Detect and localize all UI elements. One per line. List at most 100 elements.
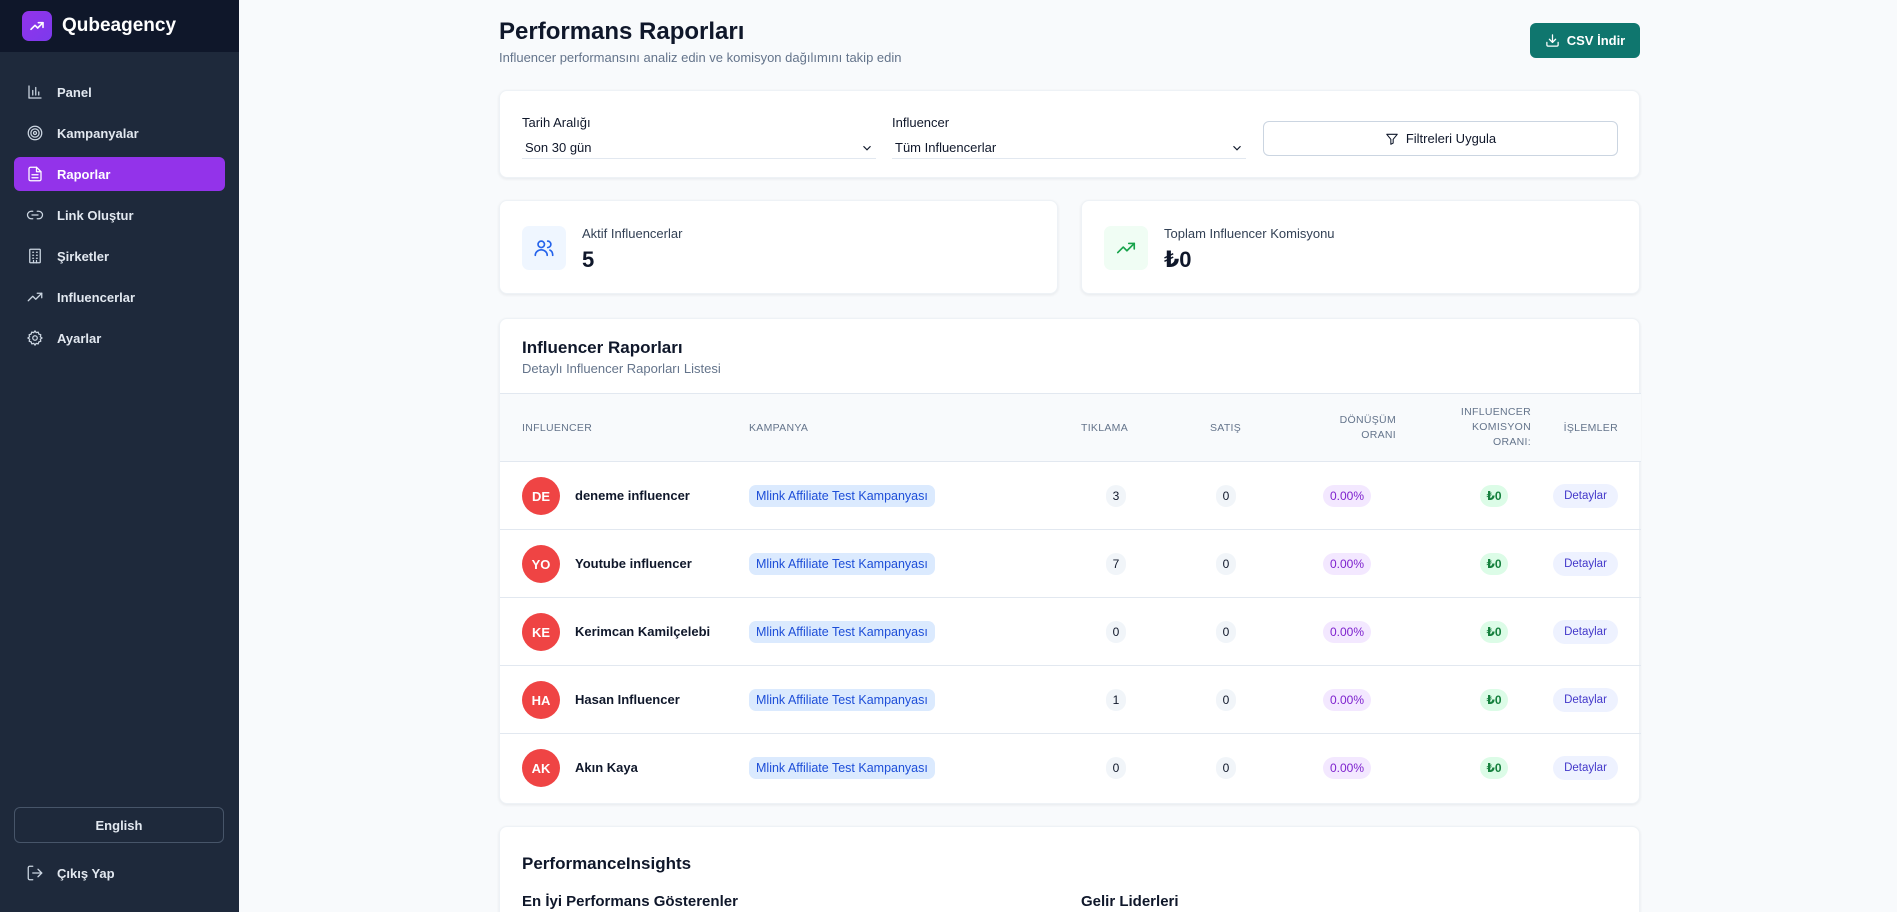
sidebar-item-ayarlar[interactable]: Ayarlar bbox=[14, 321, 225, 355]
apply-filters-label: Filtreleri Uygula bbox=[1405, 131, 1497, 146]
file-text-icon bbox=[28, 166, 42, 182]
filters-card: Tarih Aralığı Son 30 gün Influencer Tüm … bbox=[499, 90, 1640, 178]
table-row: YO Youtube influencer Mlink Affiliate Te… bbox=[500, 530, 1641, 598]
sidebar-item-label: Influencerlar bbox=[57, 289, 136, 305]
sidebar-item-label: Panel bbox=[57, 84, 92, 100]
active-influencers-label: Aktif Influencerlar bbox=[582, 226, 683, 241]
sales-badge: 0 bbox=[1216, 757, 1236, 779]
commission-badge: ₺0 bbox=[1480, 689, 1508, 711]
sidebar-item-label: Link Oluştur bbox=[57, 207, 134, 223]
sidebar-item-kampanyalar[interactable]: Kampanyalar bbox=[14, 116, 225, 150]
clicks-badge: 0 bbox=[1106, 757, 1126, 779]
chevron-down-icon bbox=[863, 145, 871, 151]
details-button[interactable]: Detaylar bbox=[1553, 756, 1618, 780]
table-row: DE deneme influencer Mlink Affiliate Tes… bbox=[500, 462, 1641, 530]
sidebar-item-sirketler[interactable]: Şirketler bbox=[14, 239, 225, 273]
download-icon bbox=[1545, 34, 1559, 47]
influencer-reports-card: Influencer Raporları Detaylı Influencer … bbox=[499, 318, 1641, 804]
avatar: YO bbox=[522, 545, 560, 583]
avatar: DE bbox=[522, 477, 560, 515]
chevron-down-icon bbox=[1233, 145, 1241, 151]
conversion-badge: 0.00% bbox=[1323, 757, 1371, 779]
language-button[interactable]: English bbox=[14, 807, 224, 843]
details-button[interactable]: Detaylar bbox=[1553, 688, 1618, 712]
commission-badge: ₺0 bbox=[1480, 553, 1508, 575]
column-header-campaign[interactable]: KAMPANYA bbox=[749, 421, 808, 436]
column-header-influencer[interactable]: INFLUENCER bbox=[522, 421, 592, 436]
csv-download-button[interactable]: CSV İndir bbox=[1530, 23, 1640, 58]
influencer-filter-label: Influencer bbox=[892, 115, 950, 130]
column-header-clicks[interactable]: TIKLAMA bbox=[1081, 421, 1128, 436]
sidebar-item-label: Kampanyalar bbox=[57, 125, 139, 141]
column-header-sales[interactable]: SATIŞ bbox=[1210, 421, 1241, 436]
sidebar-item-label: Raporlar bbox=[57, 166, 111, 182]
insights-title: PerformanceInsights bbox=[522, 854, 692, 873]
sidebar-item-influencerlar[interactable]: Influencerlar bbox=[14, 280, 225, 314]
sidebar-nav: Panel Kampanyalar Raporlar Link Oluştur … bbox=[0, 75, 239, 355]
apply-filters-button[interactable]: Filtreleri Uygula bbox=[1263, 121, 1618, 156]
avatar: KE bbox=[522, 613, 560, 651]
campaign-badge: Mlink Affiliate Test Kampanyası bbox=[749, 757, 935, 779]
date-range-select[interactable]: Son 30 gün bbox=[522, 137, 876, 159]
active-influencers-value: 5 bbox=[582, 247, 595, 272]
column-header-commission[interactable]: INFLUENCER KOMISYON ORANI: bbox=[1437, 405, 1531, 450]
conversion-badge: 0.00% bbox=[1323, 553, 1371, 575]
influencer-name: Hasan Influencer bbox=[575, 692, 680, 707]
clicks-badge: 7 bbox=[1106, 553, 1126, 575]
logout-button[interactable]: Çıkış Yap bbox=[26, 864, 115, 882]
total-commission-value: ₺0 bbox=[1164, 247, 1192, 272]
conversion-badge: 0.00% bbox=[1323, 485, 1371, 507]
table-header: INFLUENCER KAMPANYA TIKLAMA SATIŞ DÖNÜŞÜ… bbox=[500, 393, 1641, 462]
commission-badge: ₺0 bbox=[1480, 621, 1508, 643]
influencer-name: Kerimcan Kamilçelebi bbox=[575, 624, 711, 639]
users-icon bbox=[522, 226, 566, 270]
commission-badge: ₺0 bbox=[1480, 485, 1508, 507]
logo-trending-icon bbox=[22, 11, 52, 41]
conversion-badge: 0.00% bbox=[1323, 689, 1371, 711]
sales-badge: 0 bbox=[1216, 621, 1236, 643]
link-icon bbox=[26, 210, 44, 220]
campaign-badge: Mlink Affiliate Test Kampanyası bbox=[749, 553, 935, 575]
influencer-name: deneme influencer bbox=[575, 488, 690, 503]
campaign-badge: Mlink Affiliate Test Kampanyası bbox=[749, 485, 935, 507]
page-subtitle: Influencer performansını analiz edin ve … bbox=[499, 50, 902, 65]
logout-icon bbox=[27, 865, 43, 881]
influencer-select[interactable]: Tüm Influencerlar bbox=[892, 137, 1246, 159]
trending-up-icon bbox=[27, 292, 43, 302]
commission-badge: ₺0 bbox=[1480, 757, 1508, 779]
table-row: HA Hasan Influencer Mlink Affiliate Test… bbox=[500, 666, 1641, 734]
details-button[interactable]: Detaylar bbox=[1553, 620, 1618, 644]
gear-icon bbox=[27, 330, 43, 346]
sidebar-item-raporlar[interactable]: Raporlar bbox=[14, 157, 225, 191]
sidebar-item-label: Ayarlar bbox=[57, 330, 102, 346]
total-commission-label: Toplam Influencer Komisyonu bbox=[1164, 226, 1335, 241]
building-icon bbox=[29, 248, 41, 264]
trending-up-icon bbox=[1104, 226, 1148, 270]
column-header-conversion[interactable]: DÖNÜŞÜM ORANI bbox=[1326, 413, 1396, 443]
performance-insights-card: PerformanceInsights En İyi Performans Gö… bbox=[499, 826, 1640, 912]
clicks-badge: 3 bbox=[1106, 485, 1126, 507]
sidebar-item-panel[interactable]: Panel bbox=[14, 75, 225, 109]
clicks-badge: 1 bbox=[1106, 689, 1126, 711]
sidebar-item-label: Şirketler bbox=[57, 248, 110, 264]
sidebar-item-link-olustur[interactable]: Link Oluştur bbox=[14, 198, 225, 232]
influencer-name: Youtube influencer bbox=[575, 556, 692, 571]
active-influencers-card: Aktif Influencerlar 5 bbox=[499, 200, 1058, 294]
reports-title: Influencer Raporları bbox=[522, 338, 683, 357]
target-icon bbox=[27, 125, 43, 141]
top-performers-heading: En İyi Performans Gösterenler bbox=[522, 893, 738, 910]
date-range-label: Tarih Aralığı bbox=[522, 115, 591, 130]
details-button[interactable]: Detaylar bbox=[1553, 484, 1618, 508]
bar-chart-icon bbox=[28, 85, 42, 99]
conversion-badge: 0.00% bbox=[1323, 621, 1371, 643]
campaign-badge: Mlink Affiliate Test Kampanyası bbox=[749, 621, 935, 643]
brand-name[interactable]: Qubeagency bbox=[62, 15, 176, 37]
reports-subtitle: Detaylı Influencer Raporları Listesi bbox=[522, 361, 721, 376]
filter-icon bbox=[1386, 133, 1398, 145]
date-range-value: Son 30 gün bbox=[525, 140, 592, 155]
sidebar: Qubeagency Panel Kampanyalar Raporlar Li… bbox=[0, 0, 239, 912]
logout-label: Çıkış Yap bbox=[57, 865, 115, 881]
table-row: KE Kerimcan Kamilçelebi Mlink Affiliate … bbox=[500, 598, 1641, 666]
total-commission-card: Toplam Influencer Komisyonu ₺0 bbox=[1081, 200, 1640, 294]
details-button[interactable]: Detaylar bbox=[1553, 552, 1618, 576]
